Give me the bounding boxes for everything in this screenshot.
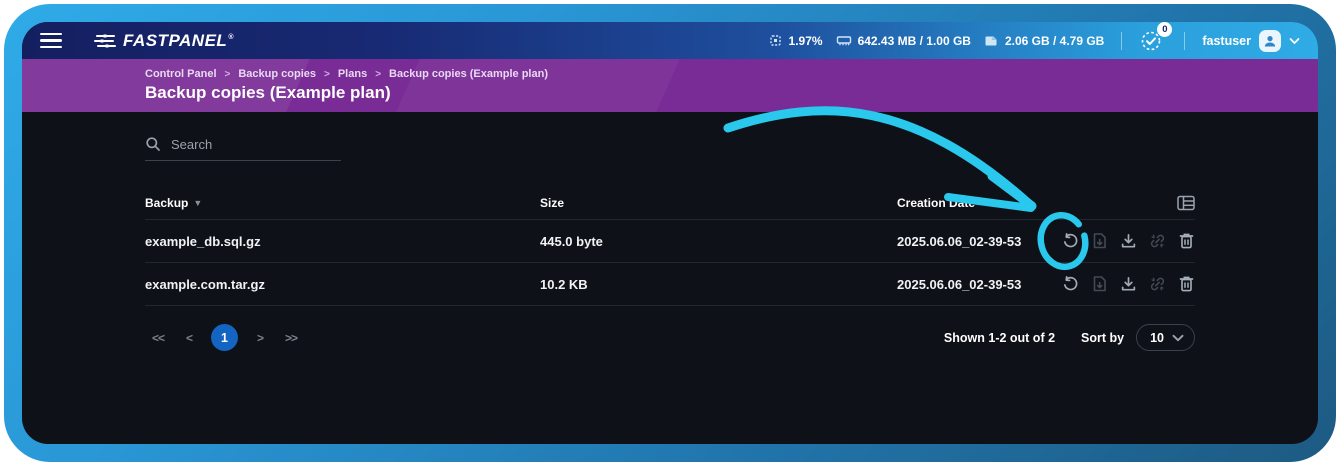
delete-icon[interactable] [1178,233,1195,250]
column-settings-icon[interactable] [1177,195,1195,211]
disk-icon [984,33,999,48]
download-icon[interactable] [1120,233,1137,250]
disk-value: 2.06 GB / 4.79 GB [1005,34,1104,48]
search-input[interactable] [171,137,341,152]
window-frame: FASTPANEL® 1.97% [4,4,1336,462]
cpu-icon [768,33,783,48]
breadcrumb-plans[interactable]: Plans [338,68,367,80]
column-header-creation-date: Creation Date [897,196,1045,210]
breadcrumb-separator: > [324,69,330,80]
backup-creation-date: 2025.06.06_02-39-53 [897,234,1045,249]
cpu-value: 1.97% [789,34,823,48]
search-field [145,136,341,161]
restore-to-file-icon [1091,276,1108,293]
restore-icon[interactable] [1062,233,1079,250]
notifications-button[interactable]: 0 [1139,29,1163,53]
sliders-icon [94,32,116,50]
delete-icon[interactable] [1178,276,1195,293]
cpu-stat: 1.97% [768,33,823,48]
unlink-icon [1149,276,1166,293]
breadcrumb-separator: > [375,69,381,80]
current-page-button[interactable]: 1 [211,324,238,351]
backups-table: Backup ▼ Size Creation Date [145,187,1195,306]
topbar-divider [1184,32,1185,50]
prev-page-button[interactable]: < [179,327,199,349]
page-size-value: 10 [1150,331,1164,345]
main-content: Backup ▼ Size Creation Date [22,112,1318,444]
download-icon[interactable] [1120,276,1137,293]
shown-count: Shown 1-2 out of 2 [944,331,1055,345]
ram-value: 642.43 MB / 1.00 GB [858,34,971,48]
ram-icon [836,33,852,48]
table-header-row: Backup ▼ Size Creation Date [145,187,1195,220]
page-size-select[interactable]: 10 [1136,324,1195,351]
sort-by-label: Sort by [1081,331,1124,345]
disk-stat: 2.06 GB / 4.79 GB [984,33,1104,48]
brand-name: FASTPANEL® [123,31,234,51]
pagination: << < 1 > >> Shown 1-2 out of 2 Sort by 1… [145,324,1195,351]
topbar-divider [1121,32,1122,50]
search-icon [145,136,161,152]
ram-stat: 642.43 MB / 1.00 GB [836,33,971,48]
column-header-backup[interactable]: Backup ▼ [145,196,540,210]
chevron-down-icon [1289,37,1300,45]
app-window: FASTPANEL® 1.97% [22,22,1318,444]
first-page-button[interactable]: << [145,327,171,349]
backup-name: example_db.sql.gz [145,234,540,249]
sort-caret-icon: ▼ [193,198,202,208]
username: fastuser [1202,34,1251,48]
brand-logo[interactable]: FASTPANEL® [94,31,234,51]
avatar [1259,30,1281,52]
breadcrumb-separator: > [225,69,231,80]
table-row: example.com.tar.gz 10.2 KB 2025.06.06_02… [145,263,1195,306]
backup-size: 445.0 byte [540,234,897,249]
backup-creation-date: 2025.06.06_02-39-53 [897,277,1045,292]
restore-to-file-icon [1091,233,1108,250]
table-row: example_db.sql.gz 445.0 byte 2025.06.06_… [145,220,1195,263]
last-page-button[interactable]: >> [278,327,304,349]
user-menu[interactable]: fastuser [1202,30,1300,52]
topbar: FASTPANEL® 1.97% [22,22,1318,59]
row-actions [1045,276,1195,293]
hamburger-menu-icon[interactable] [40,33,62,49]
breadcrumb: Control Panel > Backup copies > Plans > … [145,68,1318,80]
restore-icon[interactable] [1062,276,1079,293]
column-header-size: Size [540,196,897,210]
backup-size: 10.2 KB [540,277,897,292]
breadcrumb-current: Backup copies (Example plan) [389,68,548,80]
unlink-icon [1149,233,1166,250]
row-actions [1045,233,1195,250]
breadcrumb-backup-copies[interactable]: Backup copies [238,68,316,80]
next-page-button[interactable]: > [250,327,270,349]
backup-name: example.com.tar.gz [145,277,540,292]
breadcrumb-control-panel[interactable]: Control Panel [145,68,217,80]
page-header-band: Control Panel > Backup copies > Plans > … [22,59,1318,112]
notifications-count-badge: 0 [1157,22,1172,37]
registered-mark: ® [228,34,234,41]
chevron-down-icon [1172,334,1184,342]
page-title: Backup copies (Example plan) [145,83,1318,103]
